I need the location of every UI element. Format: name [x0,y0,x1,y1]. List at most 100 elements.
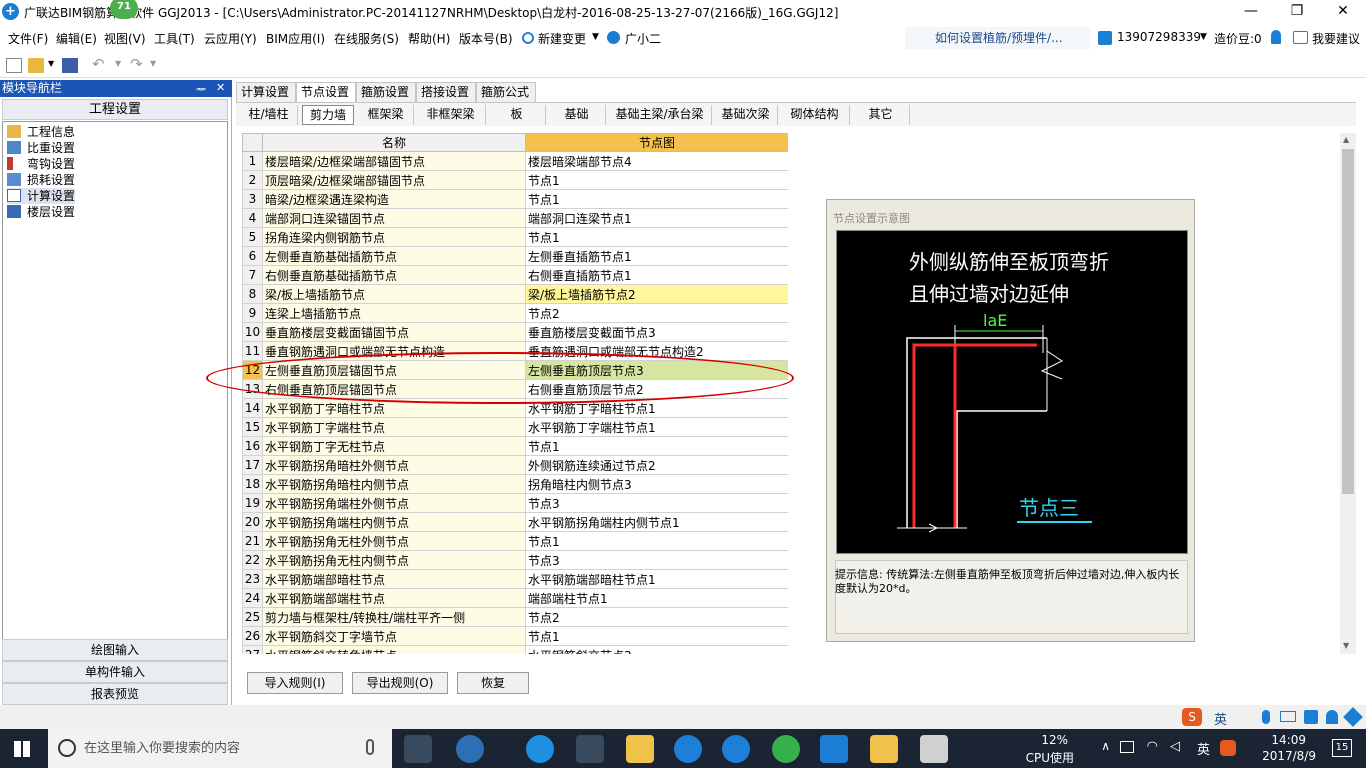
table-row[interactable]: 14 水平钢筋丁字暗柱节点 水平钢筋丁字暗柱节点1 [242,398,788,418]
network-icon[interactable] [1120,741,1134,753]
node-diagram-cell[interactable]: 水平钢筋拐角端柱内侧节点1 [525,512,788,532]
edge-icon[interactable] [526,735,554,763]
store-icon[interactable] [576,735,604,763]
subtab-foundation[interactable]: 基础 [548,105,606,125]
node-name-cell[interactable]: 剪力墙与框架柱/转换柱/端柱平齐一侧 [262,607,526,627]
node-diagram-cell[interactable]: 左侧垂直插筋节点1 [525,246,788,266]
node-name-cell[interactable]: 垂直钢筋遇洞口或端部无节点构造 [262,341,526,361]
chevron-down-icon[interactable]: ▼ [115,59,121,68]
restore-button[interactable]: 恢复 [457,672,529,694]
node-name-cell[interactable]: 水平钢筋拐角无柱内侧节点 [262,550,526,570]
redo-icon[interactable]: ↷ [130,55,143,73]
node-name-cell[interactable]: 水平钢筋端部暗柱节点 [262,569,526,589]
table-row[interactable]: 24 水平钢筋端部端柱节点 端部端柱节点1 [242,588,788,608]
node-name-cell[interactable]: 水平钢筋拐角无柱外侧节点 [262,531,526,551]
glodon-app-icon-2[interactable] [722,735,750,763]
bell-icon[interactable] [1271,30,1281,44]
tray-chevron-icon[interactable]: ∧ [1101,739,1110,753]
table-row[interactable]: 2 顶层暗梁/边框梁端部锚固节点 节点1 [242,170,788,190]
node-name-cell[interactable]: 水平钢筋斜交转角墙节点 [262,645,526,654]
subtab-column[interactable]: 柱/墙柱 [240,105,298,125]
help-app-icon[interactable] [920,735,948,763]
notes-app-icon[interactable] [870,735,898,763]
chevron-down-icon[interactable]: ▼ [48,59,54,68]
tab-stirrup-formula[interactable]: 箍筋公式 [476,82,536,102]
ime-mode-label[interactable]: 英 [1214,709,1227,728]
menu-edit[interactable]: 编辑(E) [56,30,97,47]
table-row[interactable]: 21 水平钢筋拐角无柱外侧节点 节点1 [242,531,788,551]
node-diagram-cell[interactable]: 左侧垂直筋顶层节点3 [525,360,788,380]
node-name-cell[interactable]: 拐角连梁内侧钢筋节点 [262,227,526,247]
node-name-cell[interactable]: 水平钢筋丁字暗柱节点 [262,398,526,418]
volume-icon[interactable]: ◁ [1170,739,1180,754]
menu-online[interactable]: 在线服务(S) [334,30,399,47]
tree-item-project-info[interactable]: 工程信息 [7,124,75,140]
menu-bim[interactable]: BIM应用(I) [266,30,325,47]
user-dropdown-icon[interactable]: ▼ [1200,32,1207,42]
node-diagram-cell[interactable]: 右侧垂直插筋节点1 [525,265,788,285]
node-diagram-cell[interactable]: 节点1 [525,227,788,247]
file-explorer-icon[interactable] [626,735,654,763]
menu-new-change[interactable]: 新建变更 [538,30,586,47]
node-name-cell[interactable]: 左侧垂直筋基础插筋节点 [262,246,526,266]
node-diagram-cell[interactable]: 水平钢筋斜交节点3 [525,645,788,654]
table-row[interactable]: 4 端部洞口连梁锚固节点 端部洞口连梁节点1 [242,208,788,228]
node-diagram-cell[interactable]: 节点2 [525,303,788,323]
clock-time[interactable]: 14:09 [1271,733,1306,747]
tab-lap-settings[interactable]: 搭接设置 [416,82,476,102]
node-name-cell[interactable]: 右侧垂直筋基础插筋节点 [262,265,526,285]
open-folder-icon[interactable] [28,58,44,73]
node-name-cell[interactable]: 左侧垂直筋顶层锚固节点 [262,360,526,380]
scrollbar-thumb[interactable] [1342,149,1354,494]
node-diagram-cell[interactable]: 外侧钢筋连续通过节点2 [525,455,788,475]
node-name-cell[interactable]: 暗梁/边框梁遇连梁构造 [262,189,526,209]
table-row[interactable]: 6 左侧垂直筋基础插筋节点 左侧垂直插筋节点1 [242,246,788,266]
subtab-non-frame-beam[interactable]: 非框架梁 [416,105,486,125]
tree-item-floor[interactable]: 楼层设置 [7,204,75,220]
project-settings-header[interactable]: 工程设置 [2,99,228,120]
feedback-link[interactable]: 我要建议 [1312,30,1360,47]
node-diagram-cell[interactable]: 节点1 [525,189,788,209]
drawing-input-button[interactable]: 绘图输入 [2,639,228,661]
app-icon-browser[interactable] [456,735,484,763]
node-diagram-cell[interactable]: 节点1 [525,531,788,551]
save-icon[interactable] [62,58,78,73]
help-search-box[interactable]: 如何设置植筋/预埋件/... [905,27,1090,49]
node-name-cell[interactable]: 水平钢筋丁字端柱节点 [262,417,526,437]
tree-item-density[interactable]: 比重设置 [7,140,75,156]
clock-date[interactable]: 2017/8/9 [1262,749,1316,763]
node-diagram-cell[interactable]: 节点1 [525,170,788,190]
header-node-diagram[interactable]: 节点图 [525,133,788,152]
tab-calc-settings[interactable]: 计算设置 [236,82,296,102]
subtab-masonry[interactable]: 砌体结构 [780,105,850,125]
table-row[interactable]: 17 水平钢筋拐角暗柱外侧节点 外侧钢筋连续通过节点2 [242,455,788,475]
node-diagram-cell[interactable]: 节点1 [525,626,788,646]
undo-icon[interactable]: ↶ [92,55,105,73]
table-row[interactable]: 7 右侧垂直筋基础插筋节点 右侧垂直插筋节点1 [242,265,788,285]
table-row[interactable]: 27水平钢筋斜交转角墙节点水平钢筋斜交节点3 [242,645,788,654]
table-row[interactable]: 23 水平钢筋端部暗柱节点 水平钢筋端部暗柱节点1 [242,569,788,589]
scroll-up-icon[interactable]: ▲ [1343,135,1349,144]
table-row[interactable]: 25 剪力墙与框架柱/转换柱/端柱平齐一侧 节点2 [242,607,788,627]
node-diagram-cell[interactable]: 右侧垂直筋顶层节点2 [525,379,788,399]
table-row[interactable]: 18 水平钢筋拐角暗柱内侧节点 拐角暗柱内侧节点3 [242,474,788,494]
table-row[interactable]: 11 垂直钢筋遇洞口或端部无节点构造 垂直筋遇洞口或端部无节点构造2 [242,341,788,361]
node-diagram-cell[interactable]: 梁/板上墙插筋节点2 [525,284,788,304]
green-app-icon[interactable] [772,735,800,763]
tab-stirrup-settings[interactable]: 箍筋设置 [356,82,416,102]
subtab-foundation-main-beam[interactable]: 基础主梁/承台梁 [608,105,712,125]
header-name[interactable]: 名称 [262,133,526,152]
windows-start-icon[interactable] [14,741,30,757]
table-row[interactable]: 8 梁/板上墙插筋节点 梁/板上墙插筋节点2 [242,284,788,304]
tab-node-settings[interactable]: 节点设置 [296,82,356,103]
export-rules-button[interactable]: 导出规则(O) [352,672,448,694]
node-name-cell[interactable]: 顶层暗梁/边框梁端部锚固节点 [262,170,526,190]
node-diagram-cell[interactable]: 端部洞口连梁节点1 [525,208,788,228]
node-name-cell[interactable]: 水平钢筋斜交丁字墙节点 [262,626,526,646]
node-diagram-cell[interactable]: 节点3 [525,550,788,570]
subtab-slab[interactable]: 板 [488,105,546,125]
minimize-button[interactable]: — [1228,0,1274,24]
table-row[interactable]: 3 暗梁/边框梁遇连梁构造 节点1 [242,189,788,209]
node-name-cell[interactable]: 水平钢筋丁字无柱节点 [262,436,526,456]
ime-logo-icon[interactable]: S [1182,708,1202,726]
